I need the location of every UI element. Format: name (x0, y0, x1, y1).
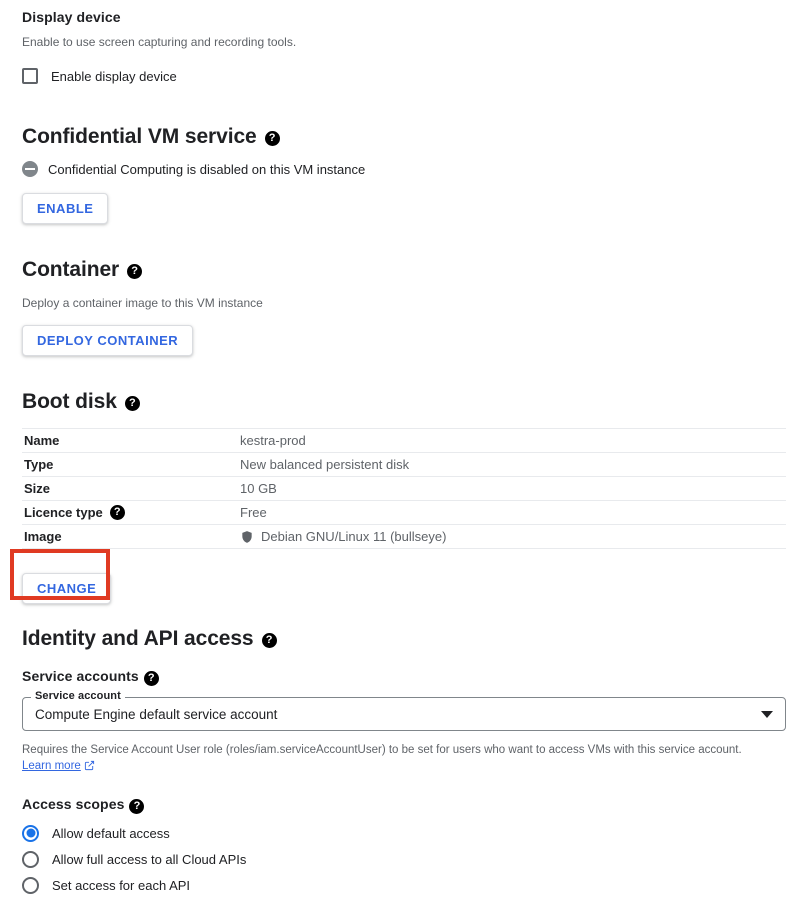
vm-configuration-page: Display device Enable to use screen capt… (0, 0, 803, 907)
boot-disk-title-row: Boot disk ? (22, 390, 786, 414)
display-device-description: Enable to use screen capturing and recor… (22, 34, 296, 50)
table-value-label: New balanced persistent disk (240, 457, 409, 472)
table-row: Licence type?Free (22, 501, 786, 525)
boot-disk-table: Name kestra-prod Type New balanced persiste… (22, 428, 786, 549)
table-cell-key: Image (22, 525, 240, 549)
service-account-select-value: Compute Engine default service account (35, 707, 761, 722)
table-key-label: Type (24, 457, 53, 472)
identity-api-title-row: Identity and API access ? (22, 627, 786, 651)
table-cell-value: New balanced persistent disk (240, 453, 786, 477)
service-account-helper-text-body: Requires the Service Account User role (… (22, 744, 742, 756)
radio-button-icon[interactable] (22, 877, 39, 894)
disabled-circle-icon (22, 161, 38, 177)
table-key-label: Name (24, 433, 59, 448)
table-cell-value: Debian GNU/Linux 11 (bullseye) (240, 525, 786, 549)
container-title-row: Container ? (22, 258, 263, 282)
help-icon[interactable]: ? (262, 633, 277, 648)
confidential-vm-section: Confidential VM service ? Confidential C… (22, 125, 365, 224)
display-device-title: Display device (22, 9, 296, 25)
boot-disk-table-body: Name kestra-prod Type New balanced persiste… (22, 429, 786, 549)
enable-confidential-vm-button[interactable]: ENABLE (22, 193, 108, 224)
access-scope-option-2[interactable]: Set access for each API (22, 872, 786, 898)
table-cell-key: Name (22, 429, 240, 453)
service-accounts-label: Service accounts (22, 668, 139, 684)
help-icon[interactable]: ? (127, 264, 142, 279)
container-description: Deploy a container image to this VM inst… (22, 295, 263, 311)
chevron-down-icon[interactable] (761, 711, 773, 718)
table-row: Image Debian GNU/Linux 11 (bullseye) (22, 525, 786, 549)
help-icon[interactable]: ? (110, 505, 125, 520)
boot-disk-section: Boot disk ? Name kestra-prod Type New balan… (22, 390, 786, 604)
confidential-vm-title-row: Confidential VM service ? (22, 125, 365, 149)
learn-more-link[interactable]: Learn more (22, 760, 81, 772)
access-scope-option-label: Set access for each API (52, 878, 190, 893)
table-cell-value: Free (240, 501, 786, 525)
access-scope-option-0[interactable]: Allow default access (22, 820, 786, 846)
access-scopes-label-row: Access scopes ? (22, 796, 786, 812)
display-device-section: Display device Enable to use screen capt… (22, 9, 296, 84)
radio-button-icon[interactable] (22, 825, 39, 842)
deploy-container-button[interactable]: DEPLOY CONTAINER (22, 325, 193, 356)
confidential-vm-status: Confidential Computing is disabled on th… (22, 161, 365, 177)
table-value-label: Free (240, 505, 267, 520)
enable-display-device-checkbox-row[interactable]: Enable display device (22, 68, 296, 84)
table-value-label: Debian GNU/Linux 11 (bullseye) (261, 529, 446, 544)
table-cell-value: kestra-prod (240, 429, 786, 453)
service-accounts-label-row: Service accounts ? (22, 668, 786, 684)
help-icon[interactable]: ? (125, 396, 140, 411)
boot-disk-title: Boot disk (22, 390, 117, 414)
identity-api-title: Identity and API access (22, 627, 254, 651)
access-scope-option-label: Allow full access to all Cloud APIs (52, 852, 246, 867)
table-row: Name kestra-prod (22, 429, 786, 453)
table-row: Size 10 GB (22, 477, 786, 501)
table-key-label: Image (24, 529, 62, 544)
container-title: Container (22, 258, 119, 282)
table-value-label: kestra-prod (240, 433, 306, 448)
radio-button-icon[interactable] (22, 851, 39, 868)
access-scopes-radio-group: Allow default access Allow full access to… (22, 820, 786, 898)
identity-api-section: Identity and API access ? Service accoun… (22, 627, 786, 898)
help-icon[interactable]: ? (144, 671, 159, 686)
change-boot-disk-button[interactable]: CHANGE (22, 573, 111, 604)
confidential-vm-title: Confidential VM service (22, 125, 257, 149)
table-key-label: Size (24, 481, 50, 496)
shield-icon (240, 530, 254, 544)
access-scopes-label: Access scopes (22, 796, 124, 812)
service-account-select[interactable]: Compute Engine default service account S… (22, 697, 786, 731)
help-icon[interactable]: ? (265, 131, 280, 146)
enable-display-device-label: Enable display device (51, 69, 177, 84)
confidential-vm-status-text: Confidential Computing is disabled on th… (48, 162, 365, 177)
access-scope-option-label: Allow default access (52, 826, 170, 841)
external-link-icon[interactable] (84, 760, 95, 776)
container-section: Container ? Deploy a container image to … (22, 258, 263, 356)
service-account-helper-text: Requires the Service Account User role (… (22, 742, 766, 776)
table-cell-key: Type (22, 453, 240, 477)
table-value-label: 10 GB (240, 481, 277, 496)
help-icon[interactable]: ? (129, 799, 144, 814)
access-scope-option-1[interactable]: Allow full access to all Cloud APIs (22, 846, 786, 872)
service-account-field-label: Service account (31, 690, 125, 702)
table-cell-key: Licence type? (22, 501, 240, 525)
table-row: Type New balanced persistent disk (22, 453, 786, 477)
table-key-label: Licence type (24, 505, 103, 520)
table-cell-key: Size (22, 477, 240, 501)
checkbox-icon[interactable] (22, 68, 38, 84)
service-account-select-field[interactable]: Compute Engine default service account (22, 697, 786, 731)
table-cell-value: 10 GB (240, 477, 786, 501)
